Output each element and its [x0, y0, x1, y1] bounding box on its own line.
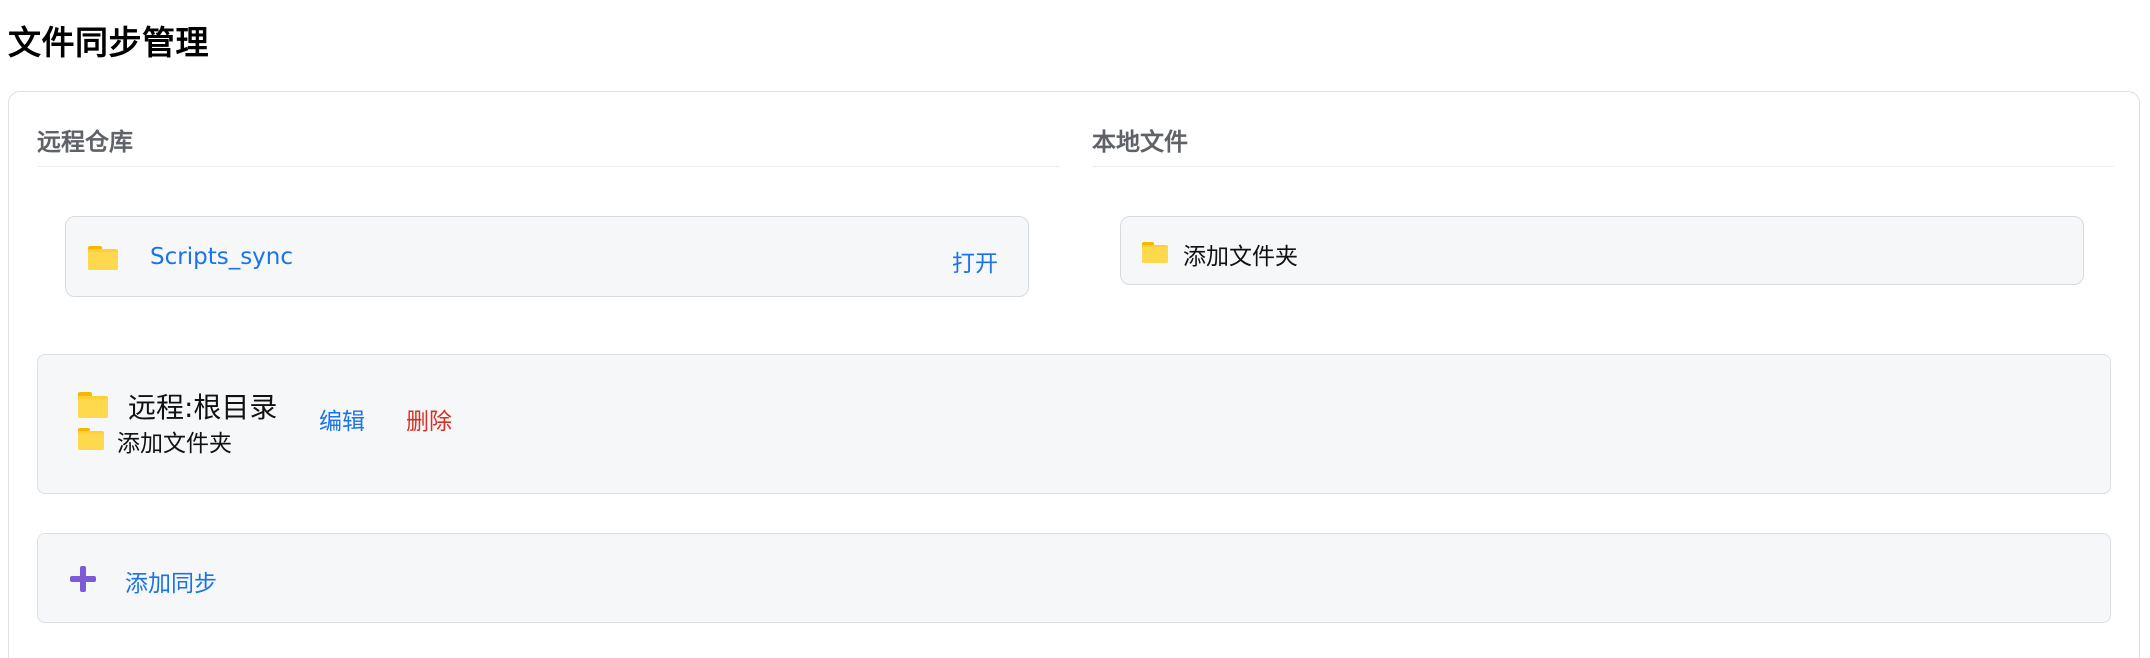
folder-icon	[88, 246, 118, 270]
edit-sync-button[interactable]: 编辑	[319, 402, 365, 436]
remote-repo-card: Scripts_sync 打开	[65, 216, 1029, 297]
open-repo-button[interactable]: 打开	[952, 244, 998, 278]
local-files-heading: 本地文件	[1092, 128, 1188, 156]
remote-repo-heading: 远程仓库	[37, 128, 133, 156]
local-add-folder-button[interactable]: 添加文件夹	[1183, 237, 1298, 271]
folder-icon	[78, 428, 104, 450]
remote-repo-name: Scripts_sync	[150, 244, 294, 270]
plus-icon	[70, 566, 96, 592]
delete-sync-button[interactable]: 删除	[406, 402, 452, 436]
remote-heading-divider	[37, 166, 1060, 167]
add-sync-label: 添加同步	[125, 571, 217, 597]
local-add-folder-card[interactable]: 添加文件夹	[1120, 216, 2084, 285]
page-title: 文件同步管理	[8, 23, 209, 62]
sync-add-folder-button[interactable]: 添加文件夹	[117, 424, 232, 458]
sync-remote-path: 远程:根目录	[128, 391, 278, 424]
add-sync-button[interactable]: 添加同步	[37, 533, 2111, 623]
local-heading-divider	[1092, 166, 2114, 167]
sync-item-row: 远程:根目录 编辑 删除 添加文件夹	[37, 354, 2111, 494]
folder-icon	[1142, 242, 1168, 263]
folder-icon	[78, 392, 108, 418]
